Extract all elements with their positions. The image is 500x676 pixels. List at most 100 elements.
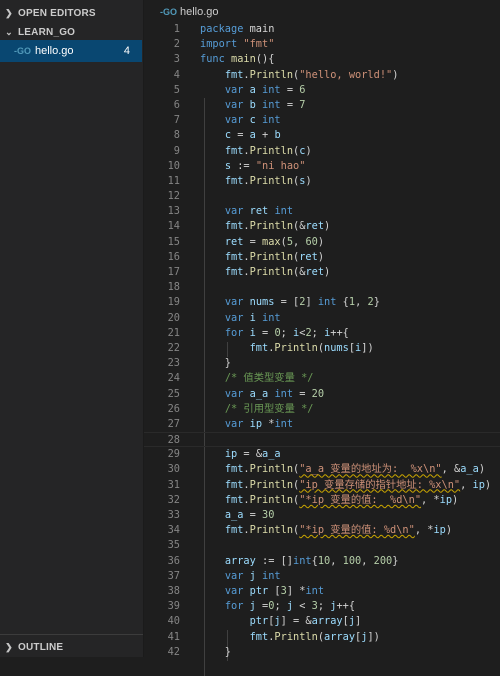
- code-editor[interactable]: -GO hello.go 1 package main 2 import "fmt" 3…: [144, 0, 500, 676]
- line-number: 28: [167, 434, 180, 447]
- line-code: ip = &a_a: [224, 448, 281, 461]
- line-code: }: [200, 357, 231, 370]
- code-line[interactable]: 13 var ret int: [144, 204, 500, 219]
- code-line[interactable]: 10 s := "ni hao": [144, 159, 500, 174]
- tab-hello-go[interactable]: -GO hello.go: [144, 0, 219, 24]
- line-number: 7: [173, 114, 180, 127]
- folder-header[interactable]: ⌄ LEARN_GO: [0, 22, 143, 42]
- code-line[interactable]: 20 var i int: [144, 311, 500, 326]
- line-code: var nums = [2] int {1, 2}: [224, 296, 380, 309]
- line-number: 19: [167, 296, 180, 309]
- line-number: 2: [173, 38, 180, 51]
- code-line[interactable]: 22 fmt.Println(nums[i]): [144, 341, 500, 356]
- line-number: 11: [167, 174, 180, 187]
- code-line[interactable]: 27 var ip *int: [144, 417, 500, 432]
- code-line[interactable]: 26 /* 引用型变量 */: [144, 402, 500, 417]
- code-line[interactable]: 9 fmt.Println(c): [144, 144, 500, 159]
- line-number: 9: [173, 144, 180, 157]
- line-code: var ret int: [224, 205, 294, 218]
- code-line[interactable]: 23 }: [144, 356, 500, 371]
- line-number: 26: [167, 402, 180, 415]
- line-number: 34: [167, 524, 180, 537]
- line-code: func main(){: [200, 53, 275, 66]
- line-number: 1: [173, 23, 180, 35]
- outline-header[interactable]: ❯ OUTLINE: [0, 637, 143, 657]
- line-number: 24: [167, 372, 180, 385]
- code-line[interactable]: 17 fmt.Println(&ret): [144, 265, 500, 280]
- code-line[interactable]: 40 ptr[j] = &array[j]: [144, 614, 500, 629]
- line-number: 5: [173, 83, 180, 96]
- line-code: var j int: [224, 569, 281, 582]
- code-line[interactable]: 19 var nums = [2] int {1, 2}: [144, 295, 500, 310]
- code-line[interactable]: 4 fmt.Println("hello, world!"): [144, 68, 500, 83]
- code-line[interactable]: 8 c = a + b: [144, 128, 500, 143]
- line-number: 39: [167, 600, 180, 613]
- line-code: var c int: [224, 114, 281, 127]
- line-number: 31: [167, 478, 180, 491]
- line-number: 18: [167, 281, 180, 294]
- file-item-hello-go[interactable]: -GO hello.go 4: [0, 40, 142, 62]
- code-line[interactable]: 30 fmt.Println("a_a 变量的地址为: %x\n", &a_a): [144, 462, 500, 477]
- line-number: 40: [167, 615, 180, 628]
- code-line[interactable]: 42 }: [144, 645, 500, 660]
- code-line[interactable]: 14 fmt.Println(&ret): [144, 219, 500, 234]
- code-line[interactable]: 7 var c int: [144, 113, 500, 128]
- code-lines[interactable]: 1 package main 2 import "fmt" 3 func main(){4…: [144, 22, 500, 676]
- code-line[interactable]: 16 fmt.Println(ret): [144, 250, 500, 265]
- code-line[interactable]: 41 fmt.Println(array[j]): [144, 630, 500, 645]
- line-code: fmt.Println(nums[i]): [249, 341, 374, 354]
- code-line[interactable]: 15 ret = max(5, 60): [144, 235, 500, 250]
- code-line[interactable]: 39 for j =0; j < 3; j++{: [144, 599, 500, 614]
- explorer-sidebar: ❯ OPEN EDITORS ⌄ LEARN_GO -GO hello.go 4…: [0, 0, 144, 657]
- line-number: 42: [167, 645, 180, 658]
- line-number: 37: [167, 569, 180, 582]
- code-line[interactable]: 36 array := []int{10, 100, 200}: [144, 554, 500, 569]
- file-name: hello.go: [35, 45, 74, 57]
- code-line[interactable]: 5 var a int = 6: [144, 83, 500, 98]
- line-code: var ptr [3] *int: [224, 584, 325, 597]
- open-editors-header[interactable]: ❯ OPEN EDITORS: [0, 3, 143, 23]
- line-number: 29: [167, 448, 180, 461]
- line-code: fmt.Println(array[j]): [249, 630, 380, 643]
- line-code: ret = max(5, 60): [224, 235, 325, 248]
- line-number: 41: [167, 630, 180, 643]
- line-code: fmt.Println(&ret): [224, 266, 331, 278]
- line-number: 6: [173, 98, 180, 111]
- code-line[interactable]: 18: [144, 280, 500, 295]
- code-line[interactable]: 34 fmt.Println("*ip 变量的值: %d\n", *ip): [144, 523, 500, 538]
- code-line[interactable]: 12: [144, 189, 500, 204]
- code-line[interactable]: 1 package main: [144, 22, 500, 37]
- code-line[interactable]: 29 ip = &a_a: [144, 447, 500, 462]
- line-code: var ip *int: [224, 417, 294, 430]
- code-line[interactable]: 3 func main(){: [144, 52, 500, 67]
- line-number: 30: [167, 463, 180, 476]
- code-line[interactable]: 28: [144, 432, 500, 448]
- code-line[interactable]: 21 for i = 0; i<2; i++{: [144, 326, 500, 341]
- line-number: 32: [167, 493, 180, 506]
- code-line[interactable]: 24 /* 值类型变量 */: [144, 371, 500, 386]
- line-code: s := "ni hao": [224, 159, 306, 172]
- go-file-icon: -GO: [160, 7, 177, 17]
- code-line[interactable]: 32 fmt.Println("*ip 变量的值: %d\n", *ip): [144, 493, 500, 508]
- line-number: 20: [167, 311, 180, 324]
- line-code: fmt.Println("hello, world!"): [224, 68, 399, 81]
- line-code: ptr[j] = &array[j]: [249, 615, 362, 628]
- code-line[interactable]: 6 var b int = 7: [144, 98, 500, 113]
- chevron-down-icon: ⌄: [5, 26, 13, 37]
- code-line[interactable]: 38 var ptr [3] *int: [144, 584, 500, 599]
- line-code: var a_a int = 20: [224, 387, 325, 400]
- line-code: fmt.Println(ret): [224, 250, 325, 263]
- line-code: /* 值类型变量 */: [224, 372, 314, 385]
- line-number: 35: [167, 539, 180, 552]
- chevron-right-icon: ❯: [5, 7, 13, 18]
- code-line[interactable]: 31 fmt.Println("ip 变量存储的指针地址: %x\n", ip): [144, 478, 500, 493]
- line-number: 8: [173, 129, 180, 142]
- line-code: var a int = 6: [224, 83, 306, 96]
- code-line[interactable]: 35: [144, 538, 500, 553]
- code-line[interactable]: 37 var j int: [144, 569, 500, 584]
- line-number: 27: [167, 417, 180, 430]
- code-line[interactable]: 2 import "fmt": [144, 37, 500, 52]
- code-line[interactable]: 33 a_a = 30: [144, 508, 500, 523]
- code-line[interactable]: 25 var a_a int = 20: [144, 387, 500, 402]
- code-line[interactable]: 11 fmt.Println(s): [144, 174, 500, 189]
